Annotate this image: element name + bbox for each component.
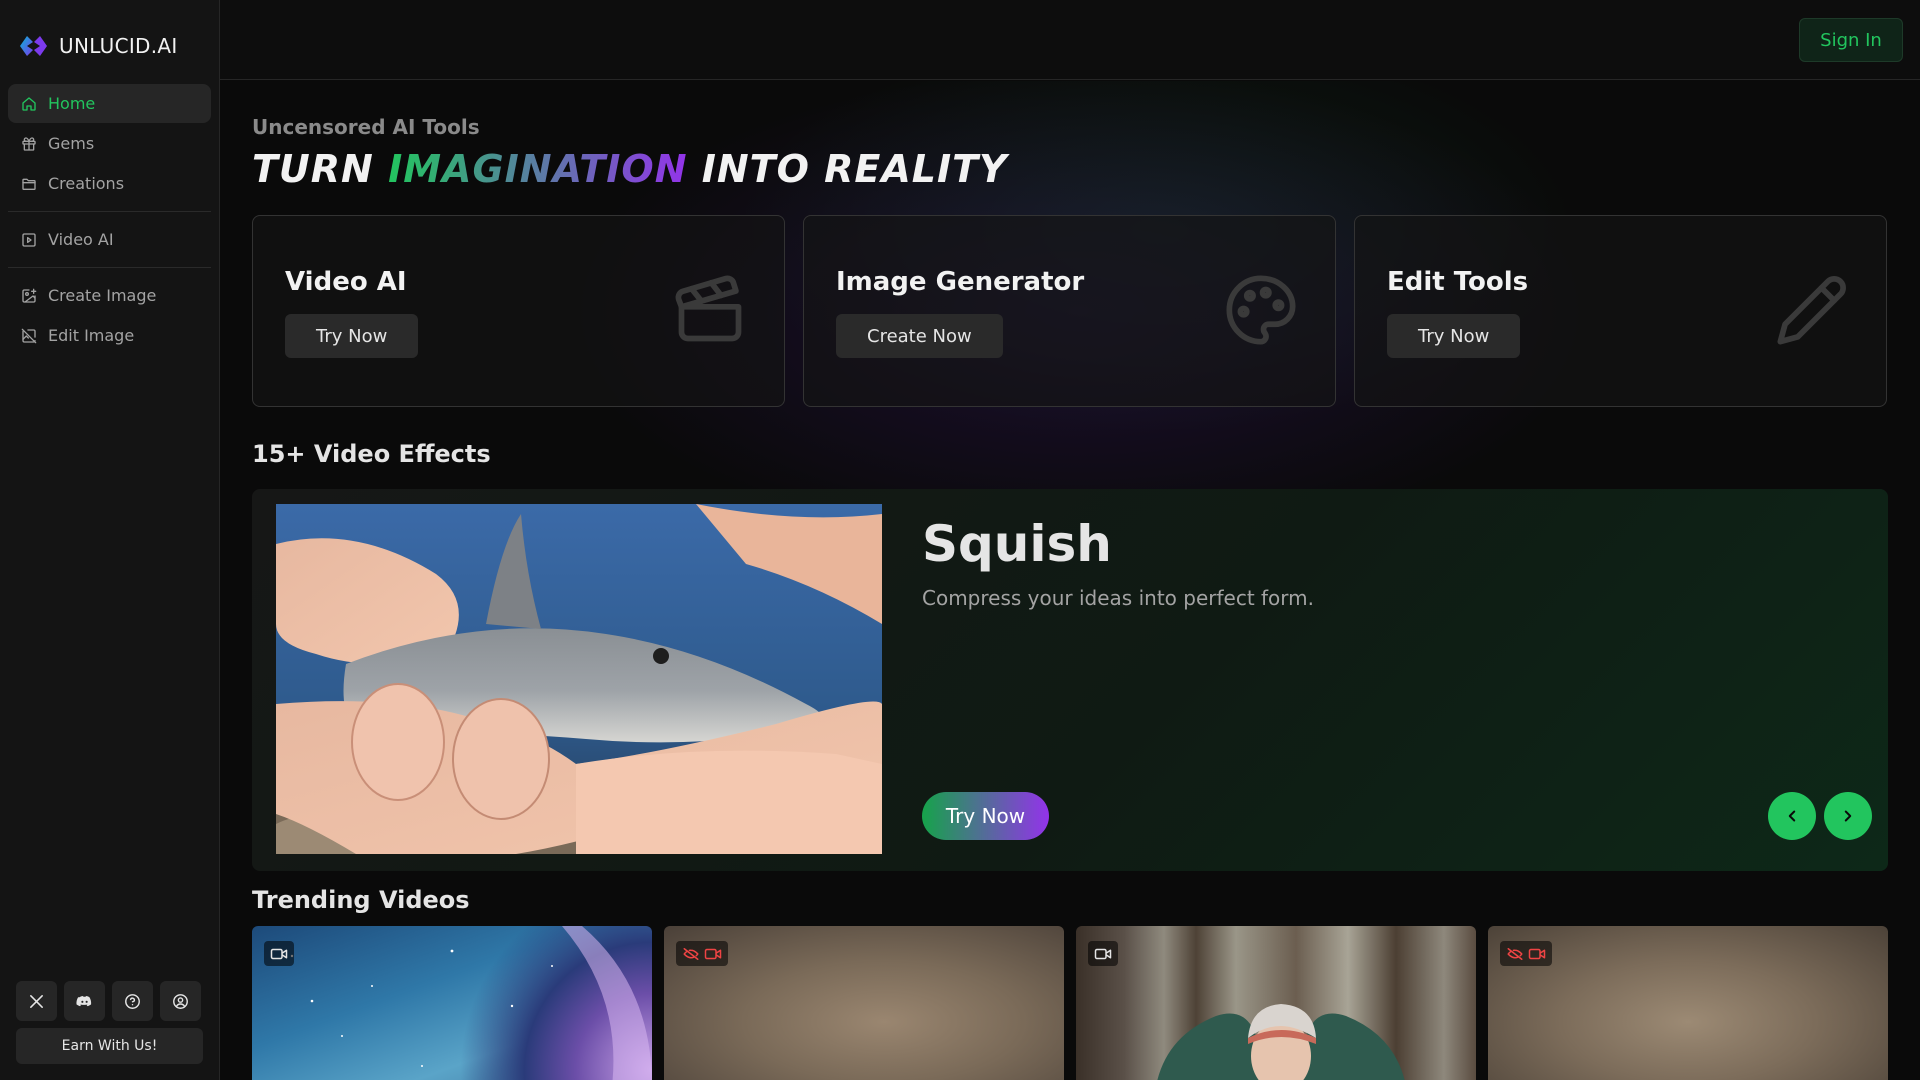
sign-in-button[interactable]: Sign In (1799, 18, 1903, 62)
effect-description: Compress your ideas into perfect form. (922, 586, 1315, 610)
image-off-icon (21, 328, 37, 343)
trending-videos-grid (252, 926, 1888, 1080)
sidebar-item-edit-image[interactable]: Edit Image (8, 316, 211, 355)
hero-eyebrow: Uncensored AI Tools (252, 115, 480, 139)
x-icon (30, 994, 43, 1008)
hero-headline: TURN IMAGINATION INTO REALITY (252, 147, 1008, 191)
x-link[interactable] (16, 981, 57, 1021)
effects-section-title: 15+ Video Effects (252, 440, 491, 468)
eye-off-icon (683, 947, 699, 960)
video-card-hidden[interactable] (664, 926, 1064, 1080)
card-edit-tools[interactable]: Edit Tools Try Now (1354, 215, 1887, 407)
effect-try-now-button[interactable]: Try Now (922, 792, 1049, 840)
headline-pre: TURN (252, 147, 389, 191)
sidebar-item-gems[interactable]: Gems (8, 124, 211, 163)
carousel-prev-button[interactable] (1768, 792, 1816, 840)
sidebar-item-video-ai[interactable]: Video AI (8, 220, 211, 259)
folder-icon (22, 178, 36, 190)
help-link[interactable] (112, 981, 153, 1021)
stars-decoration (290, 926, 652, 1080)
video-badge (264, 941, 294, 966)
try-now-button[interactable]: Try Now (1387, 314, 1521, 358)
card-title: Edit Tools (1387, 267, 1529, 297)
discord-icon (76, 995, 92, 1006)
video-icon (1528, 948, 1546, 959)
brand-name: UNLUCID.AI (59, 34, 178, 58)
create-now-button[interactable]: Create Now (836, 314, 1003, 358)
sidebar-item-creations[interactable]: Creations (8, 164, 211, 203)
earn-with-us-button[interactable]: Earn With Us! (16, 1028, 203, 1064)
palette-icon (1226, 275, 1296, 345)
nav-divider (8, 267, 211, 268)
video-card-hidden[interactable] (1488, 926, 1888, 1080)
sidebar: UNLUCID.AI Home Gems Creations Video AI … (0, 0, 220, 1080)
video-badge-hidden (676, 941, 728, 966)
effect-preview-image[interactable] (276, 504, 882, 854)
sidebar-item-label: Create Image (48, 286, 157, 305)
try-now-button[interactable]: Try Now (285, 314, 419, 358)
main-content: Uncensored AI Tools TURN IMAGINATION INT… (220, 81, 1920, 1080)
headline-highlight: IMAGINATION (388, 147, 688, 191)
trending-section-title: Trending Videos (252, 886, 470, 914)
brand-logo[interactable]: UNLUCID.AI (18, 33, 178, 59)
card-title: Video AI (285, 267, 407, 297)
headline-post: INTO REALITY (687, 147, 1008, 191)
user-circle-icon (173, 993, 188, 1009)
sidebar-item-label: Gems (48, 134, 95, 153)
effect-title: Squish (922, 515, 1112, 573)
nav-divider (8, 211, 211, 212)
sidebar-item-create-image[interactable]: Create Image (8, 276, 211, 315)
help-circle-icon (125, 993, 140, 1009)
social-links (16, 981, 201, 1021)
account-link[interactable] (160, 981, 201, 1021)
video-icon (1094, 948, 1112, 959)
video-icon (270, 948, 288, 959)
video-card[interactable] (252, 926, 652, 1080)
chevron-right-icon (1844, 810, 1852, 822)
card-image-generator[interactable]: Image Generator Create Now (803, 215, 1336, 407)
eye-off-icon (1507, 947, 1523, 960)
home-icon (22, 96, 36, 111)
person-silhouette (1157, 1004, 1405, 1080)
sidebar-item-label: Video AI (48, 230, 114, 249)
video-card[interactable] (1076, 926, 1476, 1080)
play-square-icon (22, 232, 36, 247)
sidebar-item-label: Home (48, 94, 96, 113)
chevron-left-icon (1788, 810, 1796, 822)
video-icon (704, 948, 722, 959)
effects-carousel: Squish Compress your ideas into perfect … (252, 489, 1888, 871)
video-badge-hidden (1500, 941, 1552, 966)
card-video-ai[interactable]: Video AI Try Now (252, 215, 785, 407)
sidebar-item-home[interactable]: Home (8, 84, 211, 123)
tool-cards: Video AI Try Now Image Generator Create … (252, 215, 1887, 407)
sidebar-nav: Home Gems Creations Video AI Create Imag… (8, 84, 211, 356)
sidebar-item-label: Creations (48, 174, 125, 193)
gift-icon (22, 136, 36, 151)
logo-icon (20, 36, 47, 56)
card-title: Image Generator (836, 267, 1085, 297)
image-plus-icon (22, 288, 37, 303)
pencil-icon (1777, 276, 1846, 345)
clapperboard-icon (675, 275, 742, 342)
top-bar: Sign In (220, 0, 1920, 80)
discord-link[interactable] (64, 981, 105, 1021)
sidebar-item-label: Edit Image (48, 326, 135, 345)
video-badge (1088, 941, 1118, 966)
carousel-next-button[interactable] (1824, 792, 1872, 840)
